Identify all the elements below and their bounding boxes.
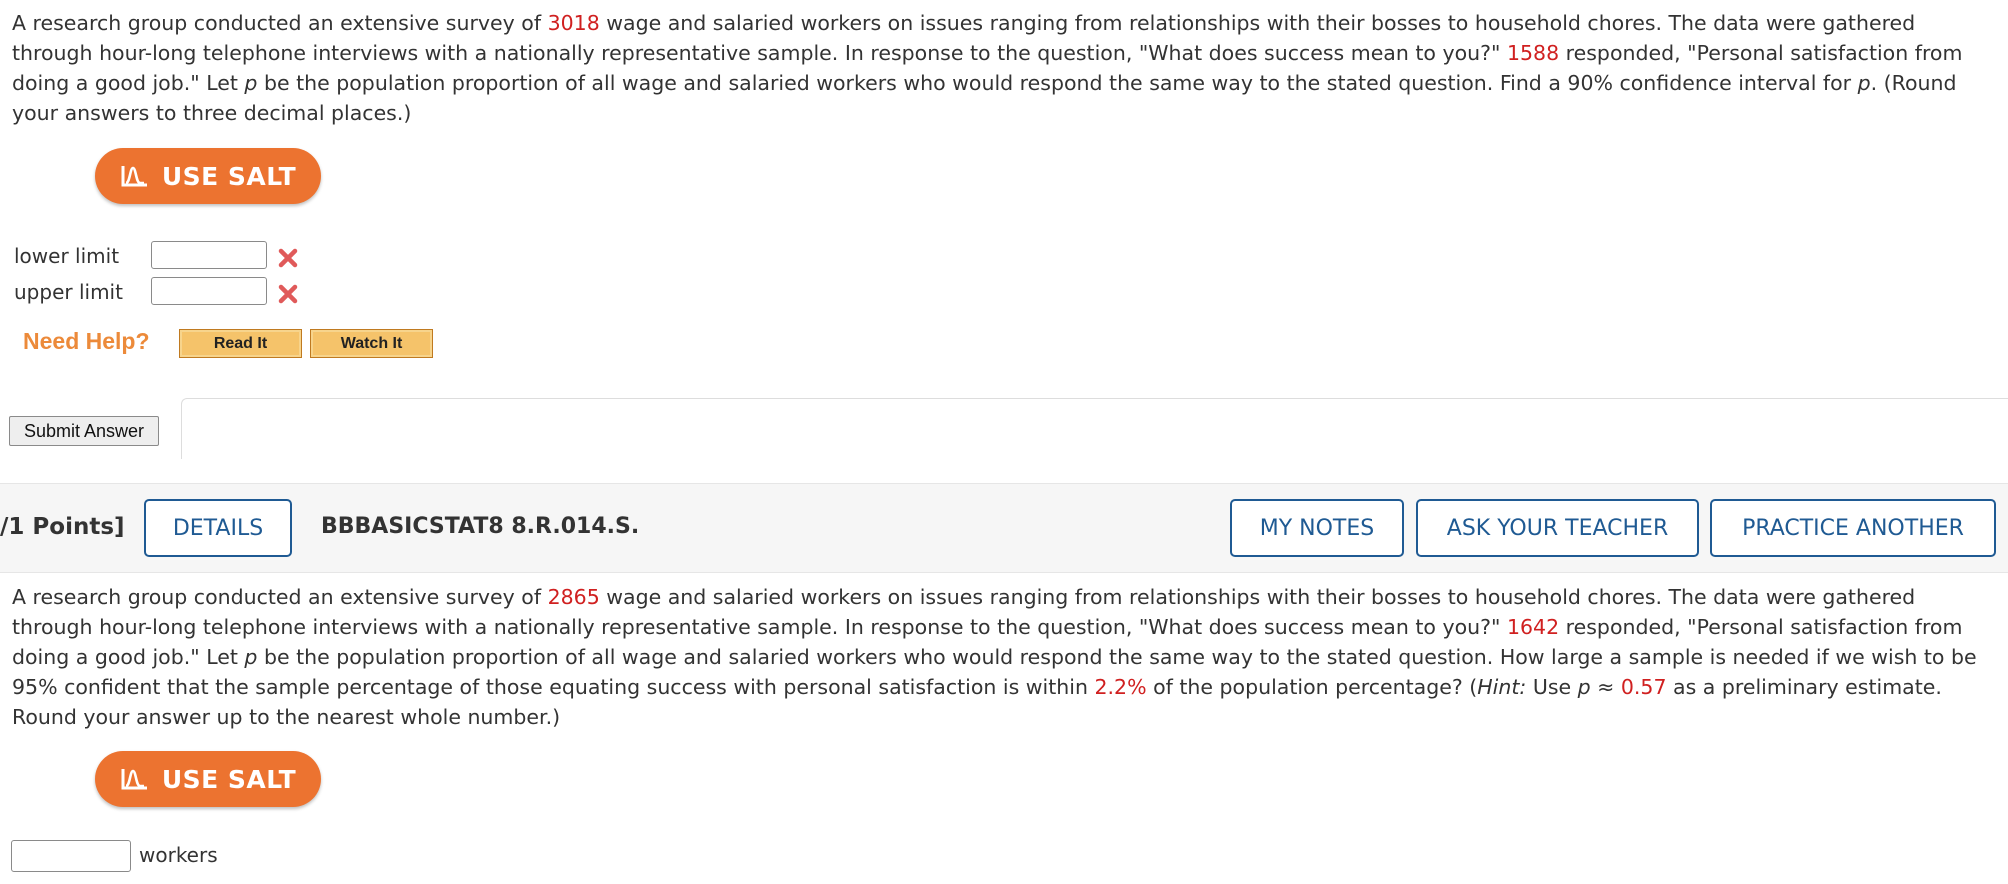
question-header: /1 Points] DETAILS BBBASICSTAT8 8.R.014.… [0,483,2008,573]
submit-answer-button[interactable]: Submit Answer [9,416,159,446]
ask-your-teacher-button[interactable]: ASK YOUR TEACHER [1416,499,1699,557]
use-salt-button[interactable]: USE SALT [95,751,321,807]
lower-limit-input[interactable] [151,241,267,269]
lower-limit-label: lower limit [14,244,120,268]
upper-limit-input[interactable] [151,277,267,305]
x-mark-icon [278,284,298,304]
sample-size-value: 3018 [547,11,600,35]
submit-panel [181,398,2008,459]
x-mark-icon [278,248,298,268]
need-help-label: Need Help? [23,328,150,354]
sample-size-value: 2865 [547,585,600,609]
submit-area: Submit Answer [0,398,2008,459]
salt-chart-icon [121,769,147,790]
margin-value: 2.2% [1094,675,1147,699]
details-button[interactable]: DETAILS [144,499,292,557]
use-salt-button[interactable]: USE SALT [95,148,321,204]
question-1-text: A research group conducted an extensive … [12,11,1963,125]
upper-limit-label: upper limit [14,280,123,304]
question-code: BBBASICSTAT8 8.R.014.S. [321,514,640,539]
responded-value: 1588 [1506,41,1560,65]
read-it-button[interactable]: Read It [179,329,302,358]
points-label: /1 Points] [0,514,125,540]
question-2-text: A research group conducted an extensive … [12,585,1977,729]
my-notes-button[interactable]: MY NOTES [1230,499,1404,557]
watch-it-button[interactable]: Watch It [310,329,433,358]
estimate-value: 0.57 [1620,675,1667,699]
sample-size-answer-input[interactable] [11,840,131,872]
responded-value: 1642 [1506,615,1560,639]
salt-chart-icon [121,166,147,187]
practice-another-button[interactable]: PRACTICE ANOTHER [1710,499,1996,557]
workers-unit-label: workers [139,843,218,867]
